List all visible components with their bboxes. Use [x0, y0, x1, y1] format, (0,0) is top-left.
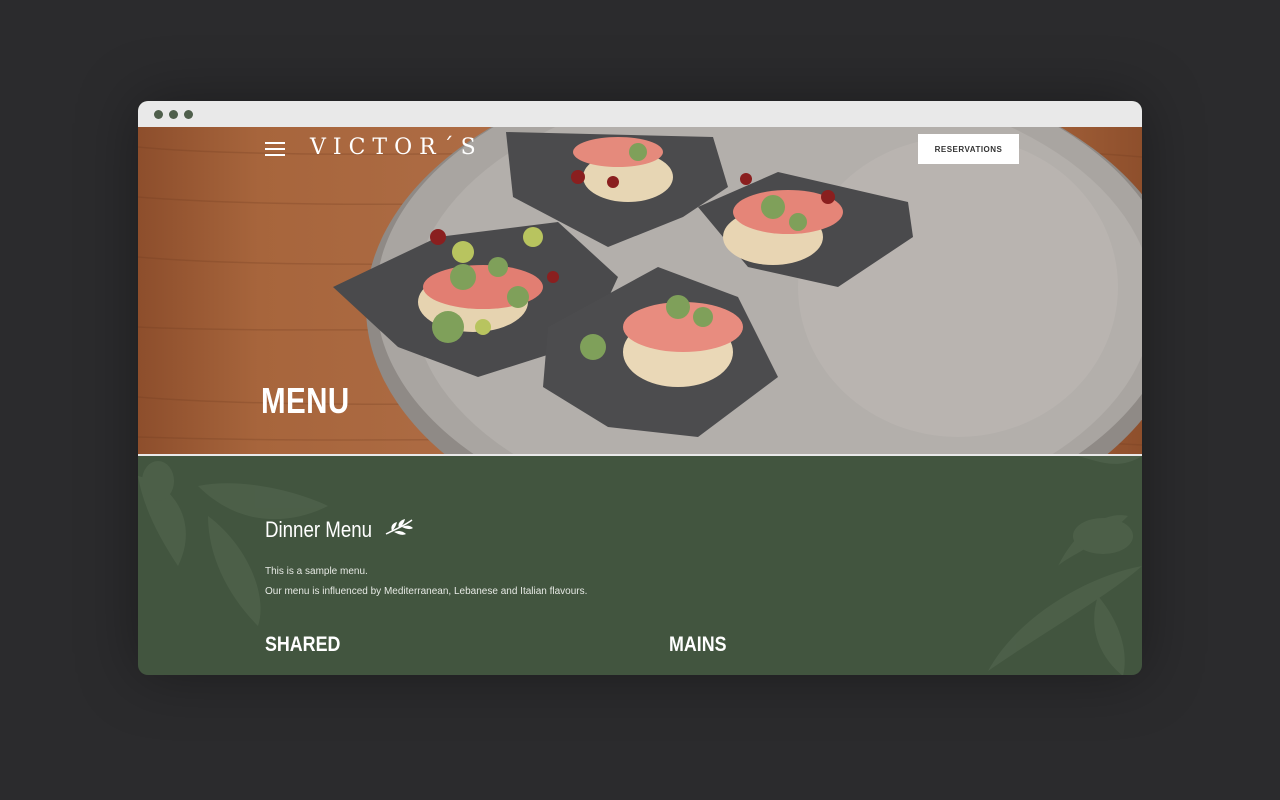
olive-branch-icon	[385, 519, 413, 535]
menu-description-line2: Our menu is influenced by Mediterranean,…	[265, 586, 588, 597]
category-shared-heading: SHARED	[265, 633, 341, 656]
window-dot-minimize[interactable]	[169, 110, 178, 119]
window-dot-maximize[interactable]	[184, 110, 193, 119]
browser-window: VICTOR´S RESERVATIONS MENU Dinner Menu T…	[138, 101, 1142, 675]
hero-banner: VICTOR´S RESERVATIONS MENU	[138, 127, 1142, 454]
window-dot-close[interactable]	[154, 110, 163, 119]
menu-description-line1: This is a sample menu.	[265, 566, 368, 577]
category-mains-heading: MAINS	[669, 633, 727, 656]
site-logo[interactable]: VICTOR´S	[310, 135, 483, 160]
dinner-menu-title: Dinner Menu	[265, 517, 373, 542]
reservations-button[interactable]: RESERVATIONS	[918, 134, 1019, 164]
page-title: MENU	[261, 380, 350, 421]
browser-titlebar	[138, 101, 1142, 127]
hamburger-menu-icon[interactable]	[265, 142, 285, 156]
